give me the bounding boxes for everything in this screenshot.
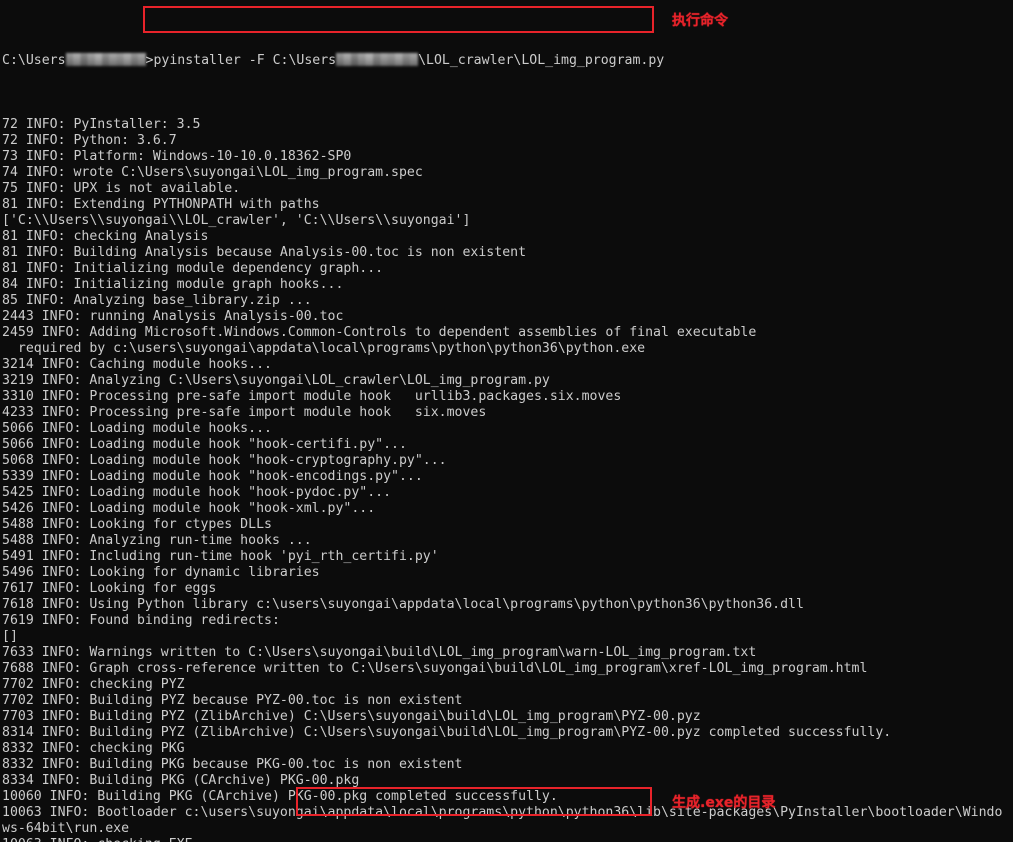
console-log-line: 2443 INFO: running Analysis Analysis-00.… — [2, 309, 344, 324]
console-log-line: 7618 INFO: Using Python library c:\users… — [2, 597, 804, 612]
console-log-line: ['C:\\Users\\suyongai\\LOL_crawler', 'C:… — [2, 213, 471, 228]
console-log-line: 75 INFO: UPX is not available. — [2, 181, 241, 196]
console-log-line: 5425 INFO: Loading module hook "hook-pyd… — [2, 485, 392, 500]
console-log-line: 5488 INFO: Looking for ctypes DLLs — [2, 517, 272, 532]
console-log-lines: 72 INFO: PyInstaller: 3.5 72 INFO: Python… — [0, 117, 1013, 842]
typed-command: pyinstaller -F C:\Users — [153, 53, 337, 68]
console-log-line: 5488 INFO: Analyzing run-time hooks ... — [2, 533, 312, 548]
console-log-line: 74 INFO: wrote C:\Users\suyongai\LOL_img… — [2, 165, 423, 180]
console-log-line: 10063 INFO: Bootloader c:\users\suyongai… — [2, 805, 1003, 820]
console-log-line: 84 INFO: Initializing module graph hooks… — [2, 277, 344, 292]
exe-output-directory-annotation-label: 生成.exe的目录 — [672, 795, 776, 811]
console-log-line: 5496 INFO: Looking for dynamic libraries — [2, 565, 320, 580]
console-log-line: 81 INFO: checking Analysis — [2, 229, 209, 244]
console-log-line: 8332 INFO: Building PKG because PKG-00.t… — [2, 757, 463, 772]
console-log-line: 73 INFO: Platform: Windows-10-10.0.18362… — [2, 149, 352, 164]
console-log-line: 5491 INFO: Including run-time hook 'pyi_… — [2, 549, 439, 564]
redacted-username-block-2 — [336, 52, 419, 66]
terminal-window[interactable]: C:\Users >pyinstaller -F C:\Users \LOL_cra… — [0, 0, 1013, 842]
console-log-line: 7688 INFO: Graph cross-reference written… — [2, 661, 868, 676]
console-log-line: 3214 INFO: Caching module hooks... — [2, 357, 272, 372]
console-log-line: [] — [2, 629, 18, 644]
console-log-line: 81 INFO: Building Analysis because Analy… — [2, 245, 527, 260]
console-log-line: 72 INFO: PyInstaller: 3.5 — [2, 117, 201, 132]
console-log-line: required by c:\users\suyongai\appdata\lo… — [2, 341, 646, 356]
console-log-line: 81 INFO: Initializing module dependency … — [2, 261, 384, 276]
console-log-line: 7617 INFO: Looking for eggs — [2, 581, 217, 596]
console-log-line: 72 INFO: Python: 3.6.7 — [2, 133, 177, 148]
console-log-line: 8332 INFO: checking PKG — [2, 741, 185, 756]
console-log-line: 5339 INFO: Loading module hook "hook-enc… — [2, 469, 423, 484]
console-log-line: 7702 INFO: Building PYZ because PYZ-00.t… — [2, 693, 463, 708]
console-log-line: 10060 INFO: Building PKG (CArchive) PKG-… — [2, 789, 558, 804]
console-log-line: 5066 INFO: Loading module hooks... — [2, 421, 272, 436]
console-log-line: 7619 INFO: Found binding redirects: — [2, 613, 280, 628]
console-prompt-line: C:\Users >pyinstaller -F C:\Users \LOL_cra… — [0, 52, 1013, 69]
console-log-line: 8314 INFO: Building PYZ (ZlibArchive) C:… — [2, 725, 892, 740]
console-log-line: 7703 INFO: Building PYZ (ZlibArchive) C:… — [2, 709, 701, 724]
console-log-line: 7702 INFO: checking PYZ — [2, 677, 185, 692]
console-log-line: ws-64bit\run.exe — [2, 821, 130, 836]
console-log-line: 10063 INFO: checking EXE — [0, 837, 1013, 842]
execute-command-annotation-label: 执行命令 — [672, 13, 728, 29]
console-log-line: 7633 INFO: Warnings written to C:\Users\… — [2, 645, 757, 660]
console-log-line: 3310 INFO: Processing pre-safe import mo… — [2, 389, 622, 404]
console-log-line: 5068 INFO: Loading module hook "hook-cry… — [2, 453, 447, 468]
typed-command-tail: \LOL_crawler\LOL_img_program.py — [418, 53, 665, 68]
console-log-line: 3219 INFO: Analyzing C:\Users\suyongai\L… — [2, 373, 550, 388]
console-log-line: 81 INFO: Extending PYTHONPATH with paths — [2, 197, 320, 212]
redacted-username-block-1 — [65, 52, 146, 66]
console-log-line: 8334 INFO: Building PKG (CArchive) PKG-0… — [2, 773, 360, 788]
console-log-line: 5066 INFO: Loading module hook "hook-cer… — [2, 437, 407, 452]
console-log-line: 5426 INFO: Loading module hook "hook-xml… — [2, 501, 376, 516]
console-log-line: 4233 INFO: Processing pre-safe import mo… — [2, 405, 487, 420]
console-log-line: 85 INFO: Analyzing base_library.zip ... — [2, 293, 312, 308]
console-output[interactable]: C:\Users >pyinstaller -F C:\Users \LOL_cra… — [0, 5, 1013, 842]
console-log-line: 2459 INFO: Adding Microsoft.Windows.Comm… — [2, 325, 757, 340]
prompt-path-prefix: C:\Users — [2, 53, 66, 68]
